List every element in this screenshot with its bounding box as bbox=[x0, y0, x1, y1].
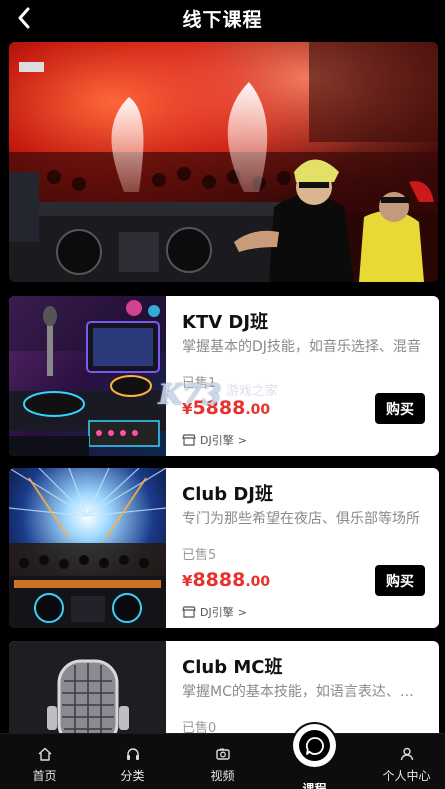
camera-icon bbox=[215, 748, 230, 760]
tab-home[interactable]: 首页 bbox=[0, 734, 89, 789]
course-description: 掌握基本的DJ技能，如音乐选择、混音 bbox=[182, 339, 421, 355]
sold-count: 已售5 bbox=[182, 548, 217, 563]
headphones-icon bbox=[126, 748, 139, 760]
course-thumbnail bbox=[9, 468, 166, 628]
course-price: ¥5888.00 bbox=[182, 397, 270, 419]
shop-link[interactable]: DJ引擎 > bbox=[182, 432, 247, 448]
shop-icon bbox=[182, 606, 196, 618]
chevron-right-icon: > bbox=[237, 605, 247, 619]
bottom-tab-bar: 首页 分类 视频 课程 个人中心 bbox=[0, 724, 445, 789]
course-name: Club MC班 bbox=[182, 657, 283, 678]
course-info: KTV DJ班 掌握基本的DJ技能，如音乐选择、混音 已售1 ¥5888.00 … bbox=[182, 296, 439, 456]
tab-profile[interactable]: 个人中心 bbox=[362, 734, 445, 789]
tab-label: 课程 bbox=[302, 782, 327, 789]
hero-image bbox=[9, 42, 438, 282]
tab-course-bubble[interactable] bbox=[293, 724, 336, 767]
tab-label: 视频 bbox=[210, 769, 235, 783]
user-icon bbox=[400, 747, 413, 761]
course-card[interactable]: Club DJ班 专门为那些希望在夜店、俱乐部等场所 已售5 ¥8888.00 … bbox=[9, 468, 439, 628]
course-info: Club DJ班 专门为那些希望在夜店、俱乐部等场所 已售5 ¥8888.00 … bbox=[182, 468, 439, 628]
buy-button[interactable]: 购买 bbox=[375, 565, 425, 596]
currency-symbol: ¥ bbox=[182, 400, 193, 418]
chat-bubble-icon bbox=[305, 736, 324, 755]
price-decimal: .00 bbox=[245, 402, 271, 418]
tab-category[interactable]: 分类 bbox=[88, 734, 177, 789]
course-price: ¥8888.00 bbox=[182, 569, 270, 591]
currency-symbol: ¥ bbox=[182, 572, 193, 590]
home-icon bbox=[38, 747, 51, 761]
hero-banner[interactable] bbox=[9, 42, 438, 282]
tab-label: 首页 bbox=[32, 769, 57, 783]
course-description: 专门为那些希望在夜店、俱乐部等场所 bbox=[182, 511, 420, 527]
tab-label: 个人中心 bbox=[382, 769, 431, 783]
shop-link[interactable]: DJ引擎 > bbox=[182, 604, 247, 620]
price-integer: 5888 bbox=[192, 397, 246, 419]
tab-label: 分类 bbox=[120, 769, 145, 783]
shop-label: DJ引擎 bbox=[200, 606, 234, 619]
course-name: Club DJ班 bbox=[182, 484, 273, 505]
shop-label: DJ引擎 bbox=[200, 434, 234, 447]
buy-button[interactable]: 购买 bbox=[375, 393, 425, 424]
shop-icon bbox=[182, 434, 196, 446]
tab-course[interactable]: 课程 bbox=[270, 724, 359, 789]
course-card[interactable]: KTV DJ班 掌握基本的DJ技能，如音乐选择、混音 已售1 ¥5888.00 … bbox=[9, 296, 439, 456]
page-title: 线下课程 bbox=[182, 9, 263, 31]
sold-count: 已售1 bbox=[182, 376, 217, 391]
price-integer: 8888 bbox=[192, 569, 246, 591]
tab-video[interactable]: 视频 bbox=[178, 734, 267, 789]
price-decimal: .00 bbox=[245, 574, 271, 590]
course-thumbnail bbox=[9, 296, 166, 456]
chevron-right-icon: > bbox=[237, 433, 247, 447]
top-bar: 线下课程 bbox=[0, 0, 445, 36]
course-description: 掌握MC的基本技能，如语言表达、节奏 bbox=[182, 684, 422, 700]
course-name: KTV DJ班 bbox=[182, 312, 269, 333]
